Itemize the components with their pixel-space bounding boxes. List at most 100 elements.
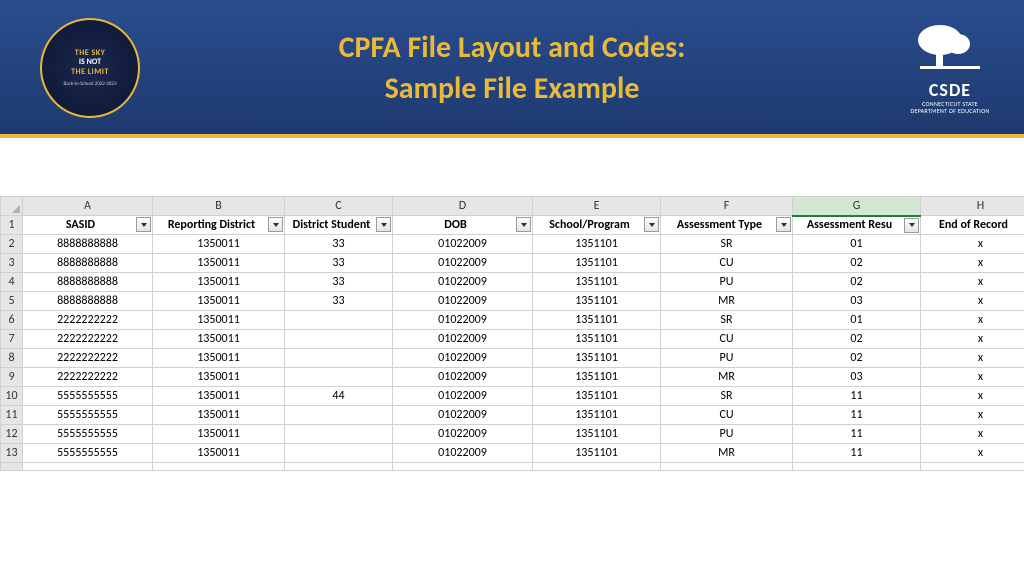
cell-D4[interactable]: 01022009 xyxy=(393,273,533,292)
field-header-H[interactable]: End of Record xyxy=(921,216,1024,235)
cell-F7[interactable]: CU xyxy=(661,330,793,349)
cell-E7[interactable]: 1351101 xyxy=(533,330,661,349)
row-header-3[interactable]: 3 xyxy=(1,254,23,273)
cell-H6[interactable]: x xyxy=(921,311,1024,330)
field-header-F[interactable]: Assessment Type xyxy=(661,216,793,235)
cell-G2[interactable]: 01 xyxy=(793,235,921,254)
cell-F10[interactable]: SR xyxy=(661,387,793,406)
row-header-13[interactable]: 13 xyxy=(1,444,23,463)
cell-B7[interactable]: 1350011 xyxy=(153,330,285,349)
cell-D5[interactable]: 01022009 xyxy=(393,292,533,311)
cell-empty[interactable] xyxy=(393,463,533,471)
cell-B8[interactable]: 1350011 xyxy=(153,349,285,368)
cell-G8[interactable]: 02 xyxy=(793,349,921,368)
cell-D2[interactable]: 01022009 xyxy=(393,235,533,254)
row-header-4[interactable]: 4 xyxy=(1,273,23,292)
filter-dropdown-icon[interactable] xyxy=(904,218,919,233)
cell-A9[interactable]: 2222222222 xyxy=(23,368,153,387)
cell-H10[interactable]: x xyxy=(921,387,1024,406)
cell-A13[interactable]: 5555555555 xyxy=(23,444,153,463)
cell-C9[interactable] xyxy=(285,368,393,387)
cell-F9[interactable]: MR xyxy=(661,368,793,387)
cell-H5[interactable]: x xyxy=(921,292,1024,311)
column-header-E[interactable]: E xyxy=(533,197,661,216)
column-header-A[interactable]: A xyxy=(23,197,153,216)
cell-B3[interactable]: 1350011 xyxy=(153,254,285,273)
cell-B4[interactable]: 1350011 xyxy=(153,273,285,292)
cell-C8[interactable] xyxy=(285,349,393,368)
cell-E6[interactable]: 1351101 xyxy=(533,311,661,330)
cell-D7[interactable]: 01022009 xyxy=(393,330,533,349)
cell-C3[interactable]: 33 xyxy=(285,254,393,273)
cell-empty[interactable] xyxy=(153,463,285,471)
cell-B2[interactable]: 1350011 xyxy=(153,235,285,254)
cell-E13[interactable]: 1351101 xyxy=(533,444,661,463)
cell-E11[interactable]: 1351101 xyxy=(533,406,661,425)
cell-G4[interactable]: 02 xyxy=(793,273,921,292)
row-header-6[interactable]: 6 xyxy=(1,311,23,330)
cell-B13[interactable]: 1350011 xyxy=(153,444,285,463)
cell-F2[interactable]: SR xyxy=(661,235,793,254)
cell-F3[interactable]: CU xyxy=(661,254,793,273)
cell-D12[interactable]: 01022009 xyxy=(393,425,533,444)
cell-B6[interactable]: 1350011 xyxy=(153,311,285,330)
cell-B10[interactable]: 1350011 xyxy=(153,387,285,406)
row-header-8[interactable]: 8 xyxy=(1,349,23,368)
cell-C7[interactable] xyxy=(285,330,393,349)
cell-B9[interactable]: 1350011 xyxy=(153,368,285,387)
column-header-D[interactable]: D xyxy=(393,197,533,216)
cell-H3[interactable]: x xyxy=(921,254,1024,273)
cell-empty[interactable] xyxy=(921,463,1024,471)
cell-A11[interactable]: 5555555555 xyxy=(23,406,153,425)
cell-E8[interactable]: 1351101 xyxy=(533,349,661,368)
cell-A4[interactable]: 8888888888 xyxy=(23,273,153,292)
cell-G13[interactable]: 11 xyxy=(793,444,921,463)
cell-A5[interactable]: 8888888888 xyxy=(23,292,153,311)
column-header-H[interactable]: H xyxy=(921,197,1024,216)
cell-B11[interactable]: 1350011 xyxy=(153,406,285,425)
cell-empty[interactable] xyxy=(793,463,921,471)
cell-F13[interactable]: MR xyxy=(661,444,793,463)
cell-A6[interactable]: 2222222222 xyxy=(23,311,153,330)
cell-A10[interactable]: 5555555555 xyxy=(23,387,153,406)
cell-F4[interactable]: PU xyxy=(661,273,793,292)
field-header-D[interactable]: DOB xyxy=(393,216,533,235)
cell-C4[interactable]: 33 xyxy=(285,273,393,292)
select-all-corner[interactable] xyxy=(1,197,23,216)
cell-C11[interactable] xyxy=(285,406,393,425)
field-header-B[interactable]: Reporting District xyxy=(153,216,285,235)
cell-A8[interactable]: 2222222222 xyxy=(23,349,153,368)
cell-G10[interactable]: 11 xyxy=(793,387,921,406)
cell-G11[interactable]: 11 xyxy=(793,406,921,425)
cell-C13[interactable] xyxy=(285,444,393,463)
cell-H13[interactable]: x xyxy=(921,444,1024,463)
cell-E4[interactable]: 1351101 xyxy=(533,273,661,292)
filter-dropdown-icon[interactable] xyxy=(776,217,791,232)
cell-H2[interactable]: x xyxy=(921,235,1024,254)
cell-F12[interactable]: PU xyxy=(661,425,793,444)
cell-F5[interactable]: MR xyxy=(661,292,793,311)
cell-G9[interactable]: 03 xyxy=(793,368,921,387)
cell-H9[interactable]: x xyxy=(921,368,1024,387)
cell-G3[interactable]: 02 xyxy=(793,254,921,273)
row-header-1[interactable]: 1 xyxy=(1,216,23,235)
filter-dropdown-icon[interactable] xyxy=(268,217,283,232)
cell-H4[interactable]: x xyxy=(921,273,1024,292)
cell-C2[interactable]: 33 xyxy=(285,235,393,254)
cell-E10[interactable]: 1351101 xyxy=(533,387,661,406)
cell-A7[interactable]: 2222222222 xyxy=(23,330,153,349)
cell-D11[interactable]: 01022009 xyxy=(393,406,533,425)
filter-dropdown-icon[interactable] xyxy=(644,217,659,232)
cell-G7[interactable]: 02 xyxy=(793,330,921,349)
row-header-11[interactable]: 11 xyxy=(1,406,23,425)
row-header-14[interactable] xyxy=(1,463,23,471)
field-header-A[interactable]: SASID xyxy=(23,216,153,235)
cell-C5[interactable]: 33 xyxy=(285,292,393,311)
cell-D8[interactable]: 01022009 xyxy=(393,349,533,368)
cell-H12[interactable]: x xyxy=(921,425,1024,444)
cell-B12[interactable]: 1350011 xyxy=(153,425,285,444)
cell-empty[interactable] xyxy=(661,463,793,471)
filter-dropdown-icon[interactable] xyxy=(136,217,151,232)
cell-C6[interactable] xyxy=(285,311,393,330)
cell-F11[interactable]: CU xyxy=(661,406,793,425)
